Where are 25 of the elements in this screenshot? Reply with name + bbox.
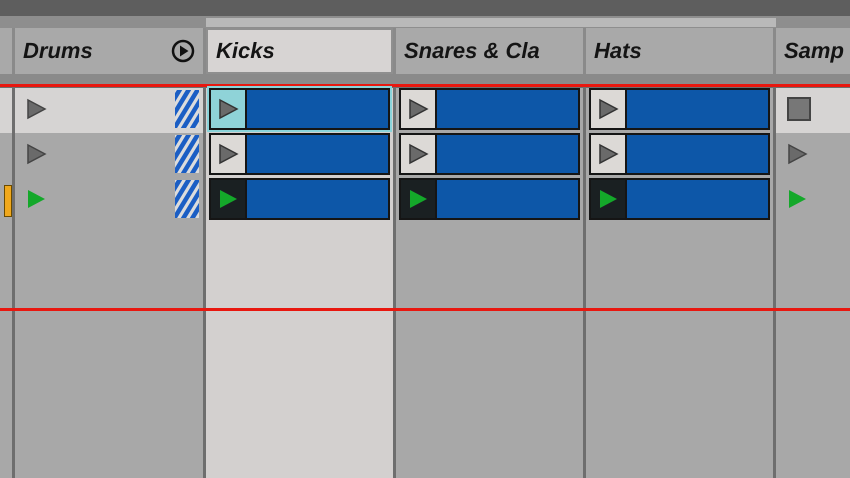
clip-slot[interactable] <box>15 133 203 178</box>
striped-icon <box>175 90 199 128</box>
clip-slot[interactable] <box>206 222 393 308</box>
striped-icon <box>175 180 199 218</box>
track-name: Samp <box>784 38 844 64</box>
track-header[interactable] <box>0 28 12 74</box>
clip-slot[interactable] <box>0 222 12 308</box>
track-header[interactable]: Snares & Cla <box>396 28 583 74</box>
clip-slot[interactable] <box>586 222 773 308</box>
play-circle-icon[interactable] <box>171 39 195 63</box>
clip-slot[interactable] <box>15 222 203 308</box>
clip-slot[interactable] <box>396 222 583 308</box>
track-name: Drums <box>23 38 93 64</box>
clip-slot[interactable] <box>776 222 850 308</box>
track-header[interactable]: Kicks <box>206 28 393 74</box>
track-name: Snares & Cla <box>404 38 540 64</box>
track-header[interactable]: Hats <box>586 28 773 74</box>
track-name: Kicks <box>216 38 275 64</box>
clip-slot[interactable] <box>776 133 850 178</box>
track-header[interactable]: Drums <box>15 28 203 74</box>
track-name: Hats <box>594 38 642 64</box>
track-header[interactable]: Samp <box>776 28 850 74</box>
clip-slot[interactable] <box>15 88 203 133</box>
clip-slot[interactable] <box>776 88 850 133</box>
striped-icon <box>175 135 199 173</box>
